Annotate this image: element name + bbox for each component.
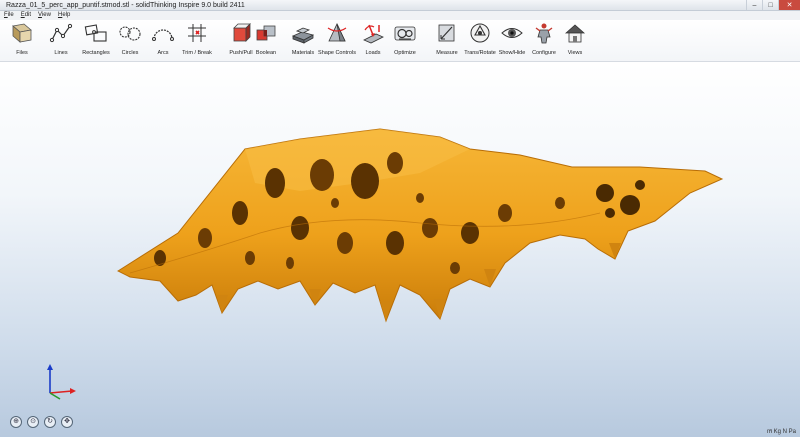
shape-controls-button[interactable]: Shape Controls <box>317 22 357 62</box>
pan-view-icon[interactable]: ✥ <box>61 416 73 428</box>
view-nav-controls: ⊕ ⊙ ↻ ✥ <box>10 416 78 428</box>
close-button[interactable]: ✕ <box>778 0 800 10</box>
zoom-box-icon[interactable]: ⊙ <box>27 416 39 428</box>
boolean-icon <box>256 25 276 41</box>
trim-break-label: Trim / Break <box>182 50 212 56</box>
window-title: Razza_01_5_perc_app_puntif.stmod.stl - s… <box>6 2 245 9</box>
arcs-icon <box>152 29 174 41</box>
menu-view[interactable]: View <box>38 11 51 20</box>
files-icon <box>12 23 32 43</box>
ribbon-toolbar: Files Lines Rectangles Circles Arcs Trim… <box>0 20 800 62</box>
lines-button[interactable]: Lines <box>41 22 81 62</box>
measure-icon <box>438 24 455 42</box>
axis-triad-icon <box>47 364 76 400</box>
loads-icon <box>363 24 384 44</box>
views-icon <box>564 24 586 43</box>
boolean-button[interactable]: Boolean <box>246 22 286 62</box>
configure-icon <box>535 23 553 44</box>
zoom-fit-icon[interactable]: ⊕ <box>10 416 22 428</box>
shape-controls-label: Shape Controls <box>318 50 356 56</box>
rotate-view-icon[interactable]: ↻ <box>44 416 56 428</box>
optimize-label: Optimize <box>394 50 416 56</box>
menu-file[interactable]: File <box>4 11 14 20</box>
menu-bar: File Edit View Help <box>0 11 800 20</box>
trim-break-icon <box>188 24 206 42</box>
boolean-label: Boolean <box>255 50 277 56</box>
topology-model[interactable] <box>0 63 800 437</box>
window-titlebar: Razza_01_5_perc_app_puntif.stmod.stl - s… <box>0 0 800 11</box>
views-label: Views <box>567 50 583 56</box>
show-hide-icon <box>501 28 523 38</box>
materials-icon <box>291 27 315 44</box>
model-viewport[interactable]: ⊕ ⊙ ↻ ✥ ‹ m Kg N Pa <box>0 63 800 437</box>
circles-icon <box>119 26 141 41</box>
lines-icon <box>49 23 73 43</box>
minimize-button[interactable]: – <box>746 0 762 10</box>
menu-edit[interactable]: Edit <box>21 11 31 20</box>
window-controls: – □ ✕ <box>746 0 800 10</box>
menu-help[interactable]: Help <box>58 11 70 20</box>
trim-break-button[interactable]: Trim / Break <box>177 22 217 62</box>
optimize-button[interactable]: Optimize <box>385 22 425 62</box>
trans-rotate-icon <box>470 23 490 43</box>
maximize-button[interactable]: □ <box>762 0 778 10</box>
lines-label: Lines <box>54 50 68 56</box>
shape-controls-icon <box>327 23 347 42</box>
files-label: Files <box>16 50 28 56</box>
rectangles-icon <box>84 24 107 42</box>
files-button[interactable]: Files <box>2 22 42 62</box>
unit-system[interactable]: m Kg N Pa <box>767 429 796 435</box>
optimize-icon <box>394 26 416 41</box>
views-button[interactable]: Views <box>555 22 595 62</box>
